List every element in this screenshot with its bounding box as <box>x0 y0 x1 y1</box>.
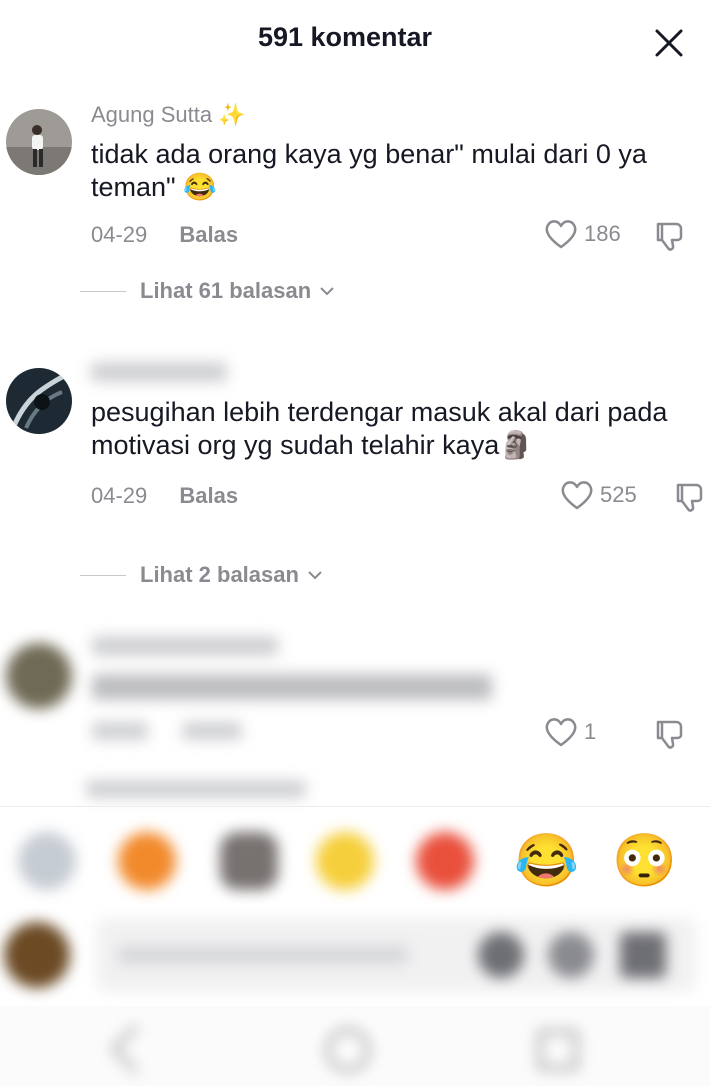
username-text: Agung Sutta <box>91 102 213 127</box>
emoji-picker-icon[interactable] <box>548 932 594 978</box>
image-icon[interactable] <box>620 932 666 978</box>
sparkle-emoji: ✨ <box>218 102 246 127</box>
redacted-comment-text <box>92 674 492 705</box>
close-icon[interactable] <box>648 22 690 64</box>
comment-count-title: 591 komentar <box>257 22 433 52</box>
comments-header: 591 komentar <box>0 0 710 78</box>
comment-text: tidak ada orang kaya yg benar" mulai dar… <box>91 139 647 202</box>
like-button[interactable]: 186 <box>544 218 621 250</box>
avatar[interactable] <box>6 109 72 175</box>
avatar <box>4 922 70 988</box>
username[interactable] <box>91 362 227 388</box>
divider <box>80 290 126 292</box>
username[interactable]: Agung Sutta ✨ <box>91 102 246 128</box>
emoji-blurred-1[interactable] <box>18 832 76 890</box>
view-replies-label: Lihat 61 balasan <box>140 278 312 303</box>
like-count: 1 <box>584 719 597 744</box>
heart-icon <box>545 220 577 249</box>
comment-meta: 04-29 Balas <box>91 483 238 509</box>
emoji-moai[interactable] <box>220 832 278 890</box>
system-nav-bar <box>0 1006 710 1086</box>
thumbs-down-icon <box>676 483 703 512</box>
emoji-heart-eyes[interactable] <box>416 832 474 890</box>
redacted-view-replies <box>86 780 306 803</box>
home-icon[interactable] <box>326 1028 370 1072</box>
reply-button[interactable]: Balas <box>179 222 238 247</box>
view-replies-label: Lihat 2 balasan <box>140 562 299 587</box>
dislike-button[interactable] <box>652 218 688 254</box>
redacted-username <box>92 636 278 661</box>
like-button[interactable]: 525 <box>560 479 637 511</box>
back-icon[interactable] <box>110 1024 160 1074</box>
recents-icon[interactable] <box>538 1030 578 1070</box>
emoji-fire[interactable] <box>118 832 176 890</box>
thumbs-down-icon <box>656 720 683 749</box>
comment-input[interactable] <box>96 918 696 992</box>
chevron-down-icon <box>320 287 334 296</box>
redacted-username <box>91 362 227 382</box>
emoji-reaction-bar: 😂 😳 <box>0 806 710 907</box>
chevron-down-icon <box>308 571 322 580</box>
emoji-grin[interactable] <box>316 832 374 890</box>
like-count: 186 <box>584 221 621 246</box>
redacted-comment-meta <box>92 722 243 745</box>
view-replies-button[interactable]: Lihat 61 balasan <box>80 278 335 304</box>
reply-button[interactable]: Balas <box>179 483 238 508</box>
thumbs-down-icon <box>656 222 683 251</box>
avatar[interactable] <box>6 368 72 434</box>
avatar[interactable] <box>6 643 72 709</box>
comment-text: pesugihan lebih terdengar masuk akal dar… <box>91 397 668 460</box>
comment-date: 04-29 <box>91 222 148 247</box>
comment-date: 04-29 <box>91 483 148 508</box>
view-replies-button[interactable]: Lihat 2 balasan <box>80 562 323 588</box>
emoji-laughing-tears[interactable]: 😂 <box>514 832 579 890</box>
comment-meta: 04-29 Balas <box>91 222 238 248</box>
dislike-button[interactable] <box>652 716 688 752</box>
mention-icon[interactable] <box>478 932 524 978</box>
like-count: 525 <box>600 482 637 507</box>
heart-icon <box>561 481 593 510</box>
emoji-flushed[interactable]: 😳 <box>612 832 677 890</box>
like-button[interactable]: 1 <box>544 716 596 748</box>
comment-input-row <box>0 906 710 1006</box>
heart-icon <box>545 718 577 747</box>
divider <box>80 574 126 576</box>
dislike-button[interactable] <box>672 479 708 515</box>
